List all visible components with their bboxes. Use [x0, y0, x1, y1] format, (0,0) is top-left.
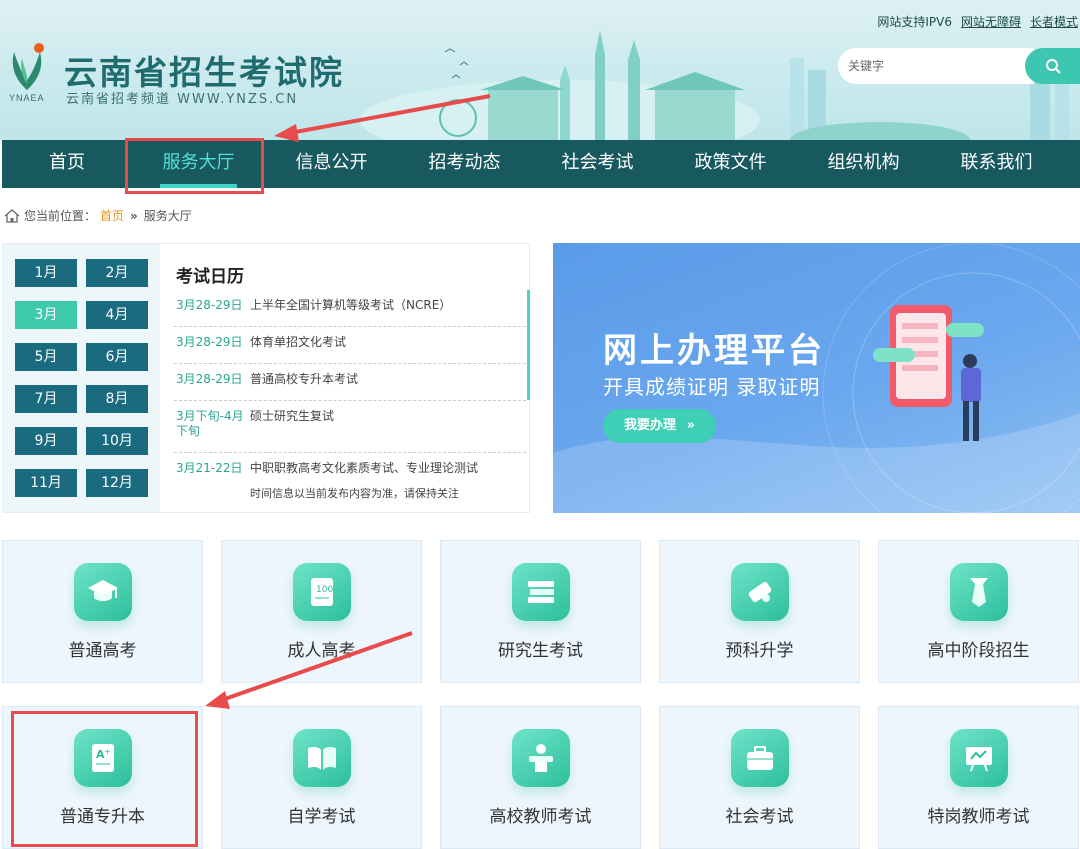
- service-label: 特岗教师考试: [927, 807, 1030, 827]
- svg-text:+: +: [104, 747, 111, 756]
- main-nav: 首页 服务大厅 信息公开 招考动态 社会考试 政策文件 组织机构 联系我们: [2, 140, 1080, 188]
- event-date: 3月28-29日: [176, 298, 243, 312]
- necktie-icon: [950, 563, 1008, 621]
- top-links: 网站支持IPV6 网站无障碍 长者模式: [877, 13, 1078, 30]
- month-button[interactable]: 2月: [86, 259, 148, 287]
- breadcrumb-current: 服务大厅: [143, 209, 192, 223]
- nav-organization[interactable]: 组织机构: [797, 140, 930, 188]
- month-grid: 1月 2月 3月 4月 5月 6月 7月 8月 9月 10月 11月 12月: [3, 244, 160, 512]
- breadcrumb: 您当前位置： 首页 » 服务大厅: [4, 207, 192, 224]
- ipv6-link[interactable]: 网站支持IPV6: [877, 13, 952, 30]
- service-tile-preparatory[interactable]: 预科升学: [659, 540, 860, 683]
- online-service-banner[interactable]: 网上办理平台 开具成绩证明 录取证明 我要办理 »: [553, 243, 1080, 513]
- book-stack-icon: [512, 563, 570, 621]
- elder-mode-link[interactable]: 长者模式: [1030, 13, 1078, 30]
- event-item[interactable]: 3月28-29日 普通高校专升本考试: [174, 364, 526, 401]
- nav-info-disclosure[interactable]: 信息公开: [265, 140, 398, 188]
- search-box: [838, 48, 1080, 84]
- service-tile-postgraduate[interactable]: 研究生考试: [440, 540, 641, 683]
- podium-teacher-icon: [512, 729, 570, 787]
- month-button[interactable]: 11月: [15, 469, 77, 497]
- event-date: 3月28-29日: [176, 335, 243, 349]
- month-button[interactable]: 6月: [86, 343, 148, 371]
- event-name: 普通高校专升本考试: [250, 372, 359, 386]
- service-tile-upgrade-bachelor[interactable]: A + 普通专升本: [2, 706, 203, 849]
- event-item[interactable]: 3月下旬-4月下旬 硕士研究生复试: [174, 401, 526, 453]
- month-button-active[interactable]: 3月: [15, 301, 77, 329]
- diploma-icon: [731, 563, 789, 621]
- event-date: 3月21-22日: [176, 461, 243, 475]
- logo-icon: [12, 43, 44, 90]
- month-button[interactable]: 7月: [15, 385, 77, 413]
- site-subtitle: 云南省招考频道 WWW.YNZS.CN: [66, 92, 299, 107]
- event-item[interactable]: 3月21-22日 中职职教高考文化素质考试、专业理论测试 时间信息以当前发布内容…: [174, 453, 526, 509]
- site-header: YNAEA 云南省招生考试院 云南省招考频道 WWW.YNZS.CN 网站支持I…: [0, 0, 1080, 140]
- month-button[interactable]: 5月: [15, 343, 77, 371]
- breadcrumb-home[interactable]: 首页: [100, 207, 124, 224]
- service-label: 社会考试: [725, 807, 794, 827]
- service-label: 研究生考试: [498, 641, 583, 661]
- event-list-scrollbar[interactable]: [527, 290, 530, 400]
- service-tile-self-study[interactable]: 自学考试: [221, 706, 422, 849]
- breadcrumb-separator: »: [130, 208, 138, 223]
- blackboard-icon: [950, 729, 1008, 787]
- service-label: 高中阶段招生: [927, 641, 1030, 661]
- search-button[interactable]: [1025, 48, 1080, 84]
- certificate-scroll-icon: 100: [293, 563, 351, 621]
- banner-title: 网上办理平台: [603, 331, 825, 371]
- graduation-cap-icon: [74, 563, 132, 621]
- open-book-icon: [293, 729, 351, 787]
- month-button[interactable]: 1月: [15, 259, 77, 287]
- calendar-title: 考试日历: [176, 267, 244, 287]
- event-date: 3月28-29日: [176, 372, 243, 386]
- event-item[interactable]: 3月28-29日 上半年全国计算机等级考试（NCRE）: [174, 290, 526, 327]
- search-icon: [1045, 59, 1061, 74]
- briefcase-icon: [731, 729, 789, 787]
- banner-subtitle: 开具成绩证明 录取证明: [603, 375, 821, 399]
- service-label: 成人高考: [287, 641, 356, 661]
- nav-contact[interactable]: 联系我们: [930, 140, 1063, 188]
- event-date: 3月下旬-4月下旬: [176, 409, 244, 438]
- breadcrumb-prefix: 您当前位置：: [24, 209, 97, 223]
- event-name: 体育单招文化考试: [250, 335, 347, 349]
- service-tile-college-teacher[interactable]: 高校教师考试: [440, 706, 641, 849]
- service-label: 普通高考: [68, 641, 137, 661]
- service-tile-gaokao[interactable]: 普通高考: [2, 540, 203, 683]
- double-chevron-right-icon: »: [686, 418, 695, 433]
- month-button[interactable]: 4月: [86, 301, 148, 329]
- svg-text:100: 100: [316, 585, 333, 595]
- home-icon: [4, 208, 20, 223]
- service-tile-adult-exam[interactable]: 100 成人高考: [221, 540, 422, 683]
- service-label: 预科升学: [725, 641, 794, 661]
- event-item[interactable]: 3月28-29日 体育单招文化考试: [174, 327, 526, 364]
- event-name: 上半年全国计算机等级考试（NCRE）: [250, 298, 452, 312]
- exam-calendar: 1月 2月 3月 4月 5月 6月 7月 8月 9月 10月 11月 12月 考…: [2, 243, 530, 513]
- apply-online-button[interactable]: 我要办理 »: [603, 409, 716, 443]
- service-label: 高校教师考试: [489, 807, 592, 827]
- month-button[interactable]: 8月: [86, 385, 148, 413]
- apply-online-label: 我要办理: [624, 418, 677, 433]
- service-label: 自学考试: [287, 807, 356, 827]
- month-button[interactable]: 12月: [86, 469, 148, 497]
- nav-exam-news[interactable]: 招考动态: [398, 140, 531, 188]
- event-list: 3月28-29日 上半年全国计算机等级考试（NCRE） 3月28-29日 体育单…: [174, 290, 526, 509]
- nav-home[interactable]: 首页: [2, 140, 132, 188]
- service-tile-special-teacher[interactable]: 特岗教师考试: [878, 706, 1079, 849]
- search-input[interactable]: [838, 48, 1034, 84]
- nav-social-exams[interactable]: 社会考试: [531, 140, 664, 188]
- month-button[interactable]: 9月: [15, 427, 77, 455]
- month-button[interactable]: 10月: [86, 427, 148, 455]
- logo-text: YNAEA: [9, 93, 45, 103]
- nav-policy-docs[interactable]: 政策文件: [664, 140, 797, 188]
- calendar-note: 时间信息以当前发布内容为准，请保持关注: [250, 487, 459, 500]
- nav-service-hall[interactable]: 服务大厅: [132, 140, 265, 188]
- service-tile-high-school[interactable]: 高中阶段招生: [878, 540, 1079, 683]
- service-label: 普通专升本: [60, 807, 145, 827]
- accessibility-link[interactable]: 网站无障碍: [961, 13, 1021, 30]
- exam-paper-icon: A +: [74, 729, 132, 787]
- service-tile-social-exam[interactable]: 社会考试: [659, 706, 860, 849]
- event-name: 硕士研究生复试: [250, 409, 335, 423]
- site-title: 云南省招生考试院: [64, 53, 344, 92]
- event-name: 中职职教高考文化素质考试、专业理论测试: [250, 461, 479, 475]
